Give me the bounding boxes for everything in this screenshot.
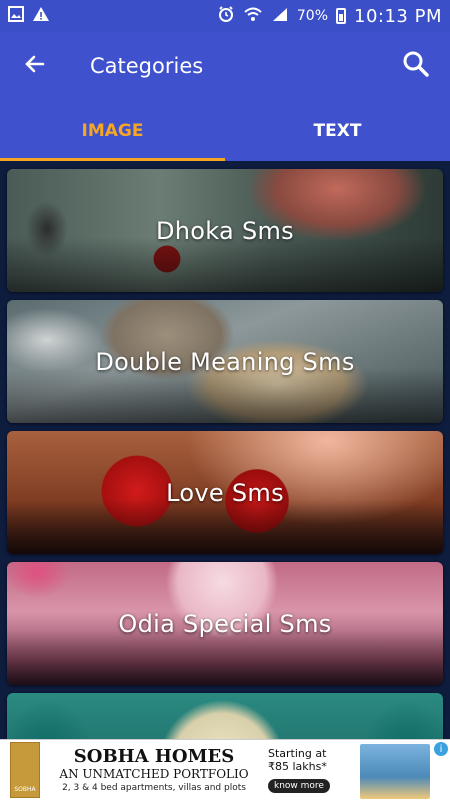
warning-icon <box>32 6 50 26</box>
category-card-partial[interactable] <box>7 693 443 739</box>
ad-offer: Starting at ₹85 lakhs* know more <box>268 747 348 793</box>
info-icon[interactable]: i <box>434 742 448 756</box>
ad-starting-text: Starting at <box>268 747 327 760</box>
search-icon <box>402 50 430 82</box>
ad-know-more-button[interactable]: know more <box>268 779 330 793</box>
ad-main-text: SOBHA HOMES AN UNMATCHED PORTFOLIO 2, 3 … <box>54 745 254 794</box>
category-label: Odia Special Sms <box>118 609 332 638</box>
ad-banner[interactable]: SOBHA SOBHA HOMES AN UNMATCHED PORTFOLIO… <box>0 739 450 800</box>
status-bar: 70% 10:13 PM <box>0 0 450 32</box>
category-card-double-meaning-sms[interactable]: Double Meaning Sms <box>7 300 443 423</box>
category-label: Love Sms <box>166 478 284 507</box>
ad-subtitle: AN UNMATCHED PORTFOLIO <box>59 766 249 781</box>
card-shade <box>7 498 443 554</box>
gallery-icon <box>8 6 24 26</box>
back-arrow-icon <box>23 52 47 80</box>
card-shade <box>7 236 443 292</box>
alarm-icon <box>217 5 235 27</box>
ad-title: SOBHA HOMES <box>73 745 235 767</box>
category-list: Dhoka Sms Double Meaning Sms Love Sms Od… <box>0 161 450 739</box>
signal-icon <box>271 6 289 26</box>
battery-icon <box>336 8 347 24</box>
ad-description: 2, 3 & 4 bed apartments, villas and plot… <box>62 782 246 793</box>
ad-logo: SOBHA <box>10 742 40 798</box>
category-card-odia-special-sms[interactable]: Odia Special Sms <box>7 562 443 685</box>
page-title: Categories <box>90 54 204 78</box>
tab-text[interactable]: TEXT <box>225 100 450 161</box>
ad-photo <box>360 744 430 799</box>
wifi-icon <box>243 6 263 26</box>
search-button[interactable] <box>400 50 432 82</box>
category-card-dhoka-sms[interactable]: Dhoka Sms <box>7 169 443 292</box>
tab-image[interactable]: IMAGE <box>0 100 225 161</box>
battery-percent: 70% <box>296 8 329 24</box>
tab-bar: IMAGE TEXT <box>0 100 450 161</box>
category-label: Dhoka Sms <box>155 216 294 245</box>
status-time: 10:13 PM <box>354 5 442 27</box>
category-card-love-sms[interactable]: Love Sms <box>7 431 443 554</box>
category-label: Double Meaning Sms <box>95 347 355 376</box>
app-bar: Categories <box>0 32 450 100</box>
back-button[interactable] <box>0 32 70 100</box>
ad-price: ₹85 lakhs* <box>268 760 327 773</box>
